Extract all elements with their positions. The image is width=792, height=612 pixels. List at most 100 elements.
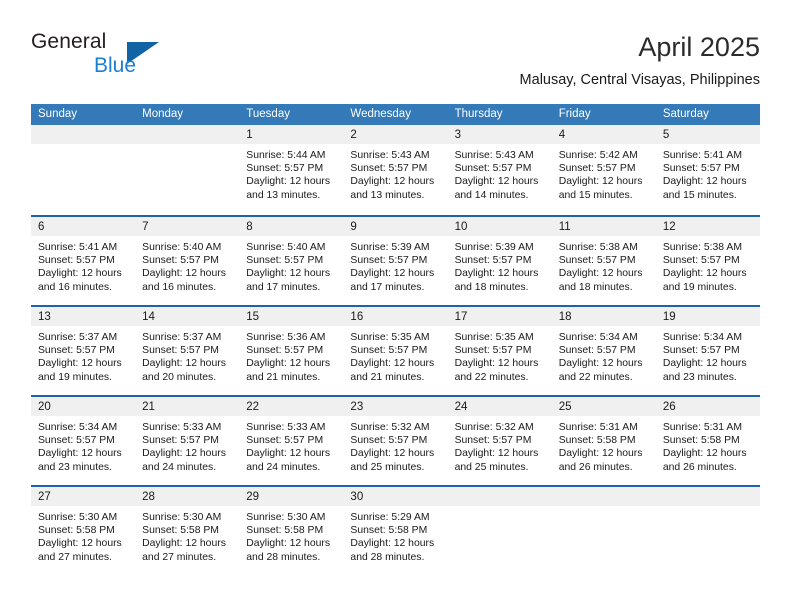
calendar-day-cell[interactable]: 18 Sunrise: 5:34 AM Sunset: 5:57 PM Dayligh… — [551, 307, 656, 395]
calendar-day-cell[interactable]: 20 Sunrise: 5:34 AM Sunset: 5:57 PM Dayligh… — [31, 397, 136, 485]
calendar-day-cell[interactable]: 19 Sunrise: 5:34 AM Sunset: 5:57 PM Dayligh… — [655, 307, 760, 395]
day-number: 30 — [350, 491, 364, 503]
daylight-text-line2: and 24 minutes. — [142, 461, 217, 473]
daylight-text-line1: Daylight: 12 hours — [246, 176, 331, 188]
day-number-band: 13 — [31, 307, 136, 326]
day-of-week-header-sunday: Sunday — [38, 108, 78, 120]
daylight-text-line1: Daylight: 12 hours — [38, 538, 122, 550]
sunset-text: Sunset: 5:57 PM — [350, 255, 428, 267]
day-number-band: 7 — [135, 217, 240, 236]
day-number: 28 — [142, 491, 155, 503]
sunset-text: Sunset: 5:57 PM — [454, 345, 532, 357]
sunset-text: Sunset: 5:58 PM — [246, 525, 324, 537]
sunset-text: Sunset: 5:57 PM — [454, 255, 532, 267]
day-details: Sunrise: 5:41 AM Sunset: 5:57 PM Daylight:… — [656, 144, 760, 202]
calendar-day-cell[interactable]: 8 Sunrise: 5:40 AM Sunset: 5:57 PM Daylight… — [239, 217, 344, 305]
calendar-day-cell[interactable]: 24 Sunrise: 5:32 AM Sunset: 5:57 PM Dayligh… — [447, 397, 552, 485]
daylight-text-line2: and 20 minutes. — [142, 371, 217, 383]
calendar-day-cell-empty — [447, 487, 552, 575]
sunset-text: Sunset: 5:57 PM — [246, 255, 324, 267]
daylight-text-line2: and 24 minutes. — [246, 461, 321, 473]
day-number-band: 30 — [343, 487, 448, 506]
day-number-band: 2 — [343, 125, 448, 144]
day-number-band — [447, 487, 552, 506]
calendar-day-cell[interactable]: 28 Sunrise: 5:30 AM Sunset: 5:58 PM Dayligh… — [135, 487, 240, 575]
calendar-day-cell[interactable]: 1 Sunrise: 5:44 AM Sunset: 5:57 PM Daylight… — [239, 125, 344, 215]
day-number-band — [31, 125, 136, 144]
calendar-day-cell[interactable]: 30 Sunrise: 5:29 AM Sunset: 5:58 PM Dayligh… — [343, 487, 448, 575]
day-number: 22 — [246, 401, 260, 413]
day-details: Sunrise: 5:33 AM Sunset: 5:57 PM Daylight:… — [239, 416, 343, 474]
day-number: 6 — [38, 221, 45, 233]
calendar-day-cell[interactable]: 7 Sunrise: 5:40 AM Sunset: 5:57 PM Daylight… — [135, 217, 240, 305]
calendar-day-cell[interactable]: 29 Sunrise: 5:30 AM Sunset: 5:58 PM Dayligh… — [239, 487, 344, 575]
day-of-week-header-monday: Monday — [142, 108, 184, 120]
day-number-band: 16 — [343, 307, 448, 326]
day-details: Sunrise: 5:35 AM Sunset: 5:57 PM Daylight:… — [343, 326, 447, 384]
day-of-week-header-thursday: Thursday — [454, 108, 503, 120]
day-details: Sunrise: 5:43 AM Sunset: 5:57 PM Daylight:… — [343, 144, 447, 202]
calendar-day-cell[interactable]: 14 Sunrise: 5:37 AM Sunset: 5:57 PM Dayligh… — [135, 307, 240, 395]
calendar-day-cell[interactable]: 6 Sunrise: 5:41 AM Sunset: 5:57 PM Daylight… — [31, 217, 136, 305]
day-number-band: 20 — [31, 397, 136, 416]
calendar-day-cell[interactable]: 22 Sunrise: 5:33 AM Sunset: 5:57 PM Dayligh… — [239, 397, 344, 485]
calendar-day-cell[interactable]: 23 Sunrise: 5:32 AM Sunset: 5:57 PM Dayligh… — [343, 397, 448, 485]
day-details: Sunrise: 5:34 AM Sunset: 5:57 PM Daylight:… — [552, 326, 656, 384]
day-details: Sunrise: 5:34 AM Sunset: 5:57 PM Daylight:… — [31, 416, 135, 474]
daylight-text-line2: and 25 minutes. — [454, 461, 529, 473]
daylight-text-line2: and 28 minutes. — [350, 551, 425, 563]
calendar-day-cell[interactable]: 5 Sunrise: 5:41 AM Sunset: 5:57 PM Daylight… — [655, 125, 760, 215]
sunset-text: Sunset: 5:57 PM — [246, 435, 324, 447]
daylight-text-line1: Daylight: 12 hours — [38, 448, 122, 460]
day-number-band: 23 — [343, 397, 448, 416]
day-number-band: 19 — [655, 307, 760, 326]
calendar-day-cell[interactable]: 26 Sunrise: 5:31 AM Sunset: 5:58 PM Dayligh… — [655, 397, 760, 485]
sunset-text: Sunset: 5:57 PM — [350, 435, 428, 447]
logo-text-general: General — [31, 30, 107, 53]
day-number-band: 14 — [135, 307, 240, 326]
day-details: Sunrise: 5:31 AM Sunset: 5:58 PM Daylight:… — [656, 416, 760, 474]
calendar-day-cell[interactable]: 11 Sunrise: 5:38 AM Sunset: 5:57 PM Dayligh… — [551, 217, 656, 305]
calendar-day-cell[interactable]: 16 Sunrise: 5:35 AM Sunset: 5:57 PM Dayligh… — [343, 307, 448, 395]
sunset-text: Sunset: 5:57 PM — [558, 255, 636, 267]
daylight-text-line2: and 13 minutes. — [350, 189, 425, 201]
daylight-text-line2: and 26 minutes. — [558, 461, 633, 473]
calendar-day-cell[interactable]: 13 Sunrise: 5:37 AM Sunset: 5:57 PM Dayligh… — [31, 307, 136, 395]
daylight-text-line2: and 23 minutes. — [662, 371, 737, 383]
day-number: 4 — [558, 129, 566, 141]
calendar-day-cell[interactable]: 27 Sunrise: 5:30 AM Sunset: 5:58 PM Dayligh… — [31, 487, 136, 575]
sunset-text: Sunset: 5:58 PM — [350, 525, 428, 537]
calendar-day-cell[interactable]: 2 Sunrise: 5:43 AM Sunset: 5:57 PM Daylight… — [343, 125, 448, 215]
day-number-band: 21 — [135, 397, 240, 416]
calendar-day-cell[interactable]: 10 Sunrise: 5:39 AM Sunset: 5:57 PM Dayligh… — [447, 217, 552, 305]
day-number-band: 8 — [239, 217, 344, 236]
daylight-text-line2: and 23 minutes. — [38, 461, 112, 473]
title-block: April 2025 Malusay, Central Visayas, Phi… — [520, 31, 760, 89]
daylight-text-line1: Daylight: 12 hours — [350, 176, 435, 188]
calendar-day-cell[interactable]: 17 Sunrise: 5:35 AM Sunset: 5:57 PM Dayligh… — [447, 307, 552, 395]
calendar-day-cell[interactable]: 9 Sunrise: 5:39 AM Sunset: 5:57 PM Daylight… — [343, 217, 448, 305]
day-number: 25 — [558, 401, 572, 413]
general-blue-logo[interactable]: General Blue — [31, 30, 251, 86]
sunset-text: Sunset: 5:57 PM — [350, 345, 428, 357]
day-number-band: 11 — [551, 217, 656, 236]
day-number-band: 15 — [239, 307, 344, 326]
daylight-text-line1: Daylight: 12 hours — [246, 268, 331, 280]
calendar-day-cell[interactable]: 3 Sunrise: 5:43 AM Sunset: 5:57 PM Daylight… — [447, 125, 552, 215]
sunset-text: Sunset: 5:57 PM — [558, 345, 636, 357]
sunrise-text: Sunrise: 5:44 AM — [246, 150, 326, 161]
day-details: Sunrise: 5:38 AM Sunset: 5:57 PM Daylight:… — [552, 236, 656, 294]
calendar-day-cell[interactable]: 4 Sunrise: 5:42 AM Sunset: 5:57 PM Daylight… — [551, 125, 656, 215]
day-number-band: 17 — [447, 307, 552, 326]
calendar-day-cell[interactable]: 12 Sunrise: 5:38 AM Sunset: 5:57 PM Dayligh… — [655, 217, 760, 305]
sunrise-text: Sunrise: 5:43 AM — [350, 150, 430, 161]
daylight-text-line2: and 17 minutes. — [350, 281, 425, 293]
daylight-text-line1: Daylight: 12 hours — [246, 358, 331, 370]
day-details: Sunrise: 5:30 AM Sunset: 5:58 PM Daylight:… — [135, 506, 239, 564]
daylight-text-line2: and 19 minutes. — [662, 281, 737, 293]
daylight-text-line2: and 22 minutes. — [558, 371, 633, 383]
calendar-day-cell[interactable]: 15 Sunrise: 5:36 AM Sunset: 5:57 PM Dayligh… — [239, 307, 344, 395]
calendar-day-cell[interactable]: 21 Sunrise: 5:33 AM Sunset: 5:57 PM Dayligh… — [135, 397, 240, 485]
calendar-day-cell[interactable]: 25 Sunrise: 5:31 AM Sunset: 5:58 PM Dayligh… — [551, 397, 656, 485]
sunset-text: Sunset: 5:57 PM — [142, 255, 219, 267]
